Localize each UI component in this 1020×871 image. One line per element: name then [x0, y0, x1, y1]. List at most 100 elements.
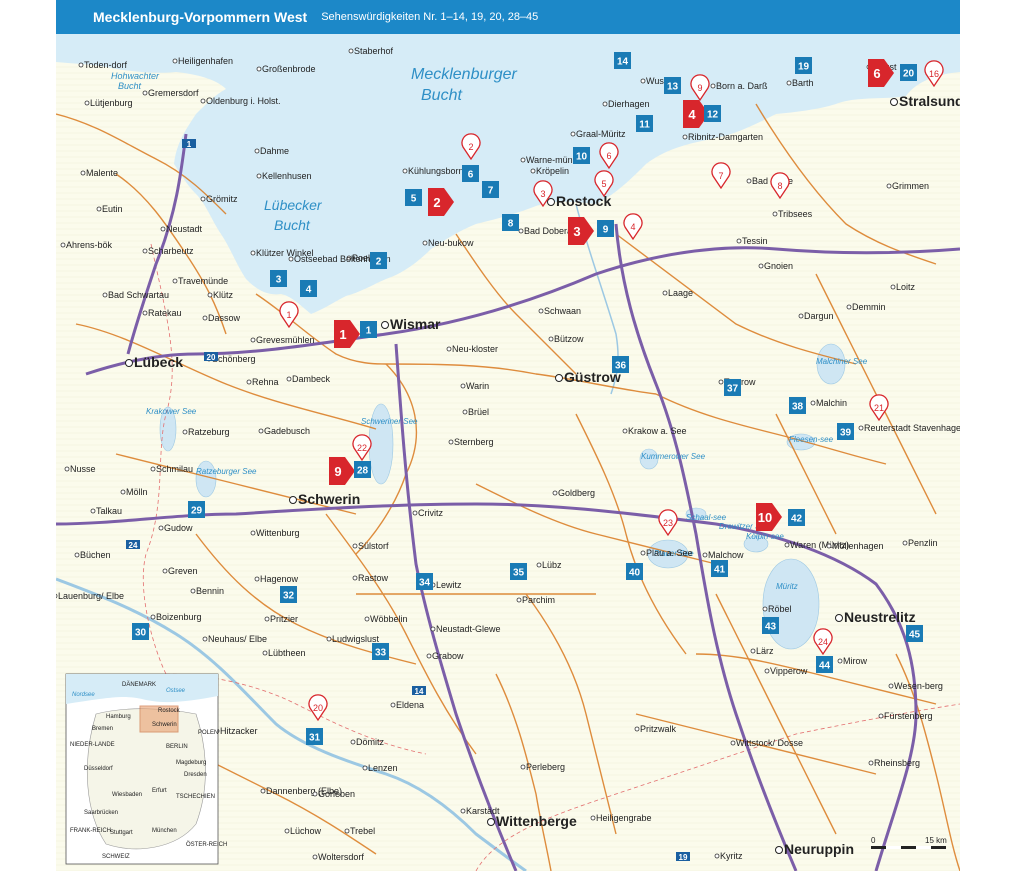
city-dot [289, 496, 297, 504]
town-label: Wittstock/ Dosse [736, 738, 803, 748]
town-label: Tessin [742, 236, 768, 246]
town-label: Rehna [252, 377, 279, 387]
sight-marker-4[interactable]: 4 [300, 280, 317, 297]
sight-marker-9[interactable]: 9 [597, 220, 614, 237]
town-label: Gudow [164, 523, 193, 533]
sight-marker-43[interactable]: 43 [762, 617, 779, 634]
sight-marker-12[interactable]: 12 [704, 105, 721, 122]
sight-marker-38[interactable]: 38 [789, 397, 806, 414]
city-label: Neustrelitz [844, 609, 916, 625]
sight-marker-20[interactable]: 20 [900, 64, 917, 81]
lake-schweriner-see [368, 403, 394, 485]
town-dot [162, 568, 168, 574]
sight-marker-35[interactable]: 35 [510, 563, 527, 580]
inset-label: TSCHECHIEN [176, 794, 215, 800]
sight-marker-10[interactable]: 10 [573, 147, 590, 164]
town-label: Büchen [80, 550, 111, 560]
sight-marker-33[interactable]: 33 [372, 643, 389, 660]
town-dot [344, 828, 350, 834]
town-dot [142, 248, 148, 254]
town-label: Lauenburg/ Elbe [58, 591, 124, 601]
town-label: Lewitz [436, 580, 462, 590]
town-label: Goldberg [558, 488, 595, 498]
town-dot [56, 593, 58, 599]
town-dot [260, 788, 266, 794]
sight-marker-number: 11 [639, 120, 650, 131]
town-dot [730, 740, 736, 746]
sight-marker-41[interactable]: 41 [711, 560, 728, 577]
town-dot [326, 636, 332, 642]
sight-marker-39[interactable]: 39 [837, 423, 854, 440]
sight-marker-2[interactable]: 2 [370, 252, 387, 269]
town-dot [736, 238, 742, 244]
town-dot [516, 597, 522, 603]
regional-map[interactable]: MecklenburgerBuchtLübeckerBuchtHohwachte… [56, 34, 960, 871]
town-label: Parchim [522, 595, 555, 605]
sight-marker-36[interactable]: 36 [612, 356, 629, 373]
lake-label: Schweriner See [361, 417, 418, 426]
town-dot [288, 256, 294, 262]
sight-marker-37[interactable]: 37 [724, 379, 741, 396]
town-dot [764, 668, 770, 674]
town-label: Schwaan [544, 306, 581, 316]
sight-marker-31[interactable]: 31 [306, 728, 323, 745]
town-label: Warin [466, 381, 489, 391]
sight-marker-42[interactable]: 42 [788, 509, 805, 526]
inset-label: FRANK-REICH [70, 828, 111, 834]
sight-marker-32[interactable]: 32 [280, 586, 297, 603]
town-label: Neustadt [166, 224, 203, 234]
town-dot [460, 383, 466, 389]
map-canvas[interactable]: Mecklenburger Bucht Lübecker Bucht Hohwachte… [56, 34, 960, 871]
sight-marker-28[interactable]: 28 [354, 461, 371, 478]
town-dot [352, 575, 358, 581]
town-label: Klütz [213, 290, 234, 300]
sight-marker-45[interactable]: 45 [906, 625, 923, 642]
town-dot [90, 508, 96, 514]
inset-label: POLEN [198, 730, 218, 736]
sight-marker-number: 33 [375, 648, 387, 659]
town-label: Woltersdorf [318, 852, 364, 862]
sight-marker-11[interactable]: 11 [636, 115, 653, 132]
sight-pin-number: 2 [468, 142, 473, 152]
town-dot [446, 346, 452, 352]
town-dot [362, 765, 368, 771]
sight-marker-29[interactable]: 29 [188, 501, 205, 518]
town-label: Dömitz [356, 737, 385, 747]
town-label: Pritzwalk [640, 724, 677, 734]
town-dot [312, 791, 318, 797]
sight-marker-number: 1 [366, 326, 372, 337]
sight-marker-13[interactable]: 13 [664, 77, 681, 94]
town-dot [714, 853, 720, 859]
autobahn-number: 1 [187, 140, 192, 149]
town-dot [710, 83, 716, 89]
sight-marker-number: 39 [840, 428, 852, 439]
sight-marker-1[interactable]: 1 [360, 321, 377, 338]
sight-marker-7[interactable]: 7 [482, 181, 499, 198]
town-dot [120, 489, 126, 495]
town-dot [412, 510, 418, 516]
town-dot [702, 552, 708, 558]
sight-marker-19[interactable]: 19 [795, 57, 812, 74]
sight-marker-14[interactable]: 14 [614, 52, 631, 69]
inset-label: Rostock [158, 708, 181, 714]
town-dot [570, 131, 576, 137]
town-dot [202, 315, 208, 321]
sight-marker-5[interactable]: 5 [405, 189, 422, 206]
sight-marker-40[interactable]: 40 [626, 563, 643, 580]
sight-marker-6[interactable]: 6 [462, 165, 479, 182]
sight-marker-8[interactable]: 8 [502, 214, 519, 231]
sea-label: Mecklenburger [411, 66, 518, 83]
sight-marker-30[interactable]: 30 [132, 623, 149, 640]
sight-marker-number: 6 [468, 170, 474, 181]
town-dot [520, 764, 526, 770]
town-dot [888, 683, 894, 689]
town-label: Crivitz [418, 508, 443, 518]
sight-marker-3[interactable]: 3 [270, 270, 287, 287]
sight-marker-44[interactable]: 44 [816, 656, 833, 673]
town-dot [150, 614, 156, 620]
town-label: Barth [792, 78, 814, 88]
sight-marker-number: 41 [714, 565, 726, 576]
sight-marker-34[interactable]: 34 [416, 573, 433, 590]
town-label: Demmin [852, 302, 886, 312]
town-label: Lübtheen [268, 648, 306, 658]
